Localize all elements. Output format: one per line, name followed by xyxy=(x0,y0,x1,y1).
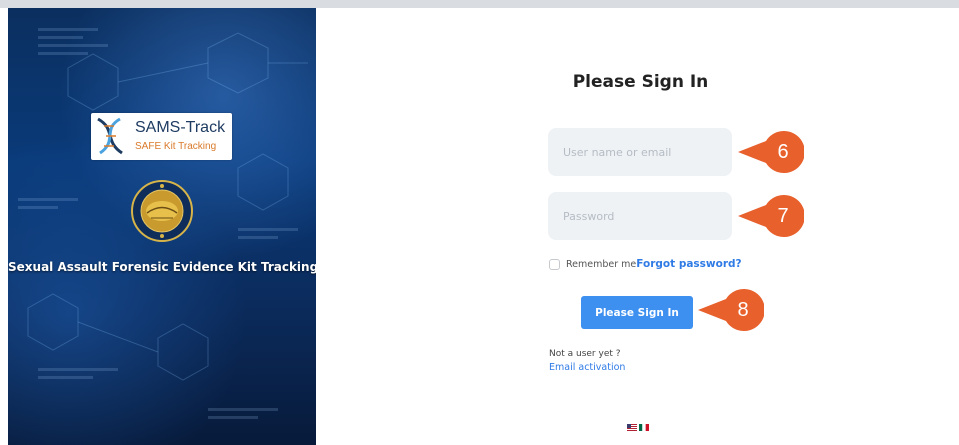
branding-panel: SAMS-Track SAFE Kit Tracking Sexual Assa… xyxy=(8,8,316,445)
remember-me-label: Remember me xyxy=(566,258,637,270)
remember-me-checkbox[interactable] xyxy=(549,258,560,270)
state-seal-icon xyxy=(131,180,193,242)
language-switcher xyxy=(627,424,649,431)
logo-title: SAMS-Track xyxy=(135,119,226,136)
mexico-flag-icon[interactable] xyxy=(639,424,649,431)
username-input[interactable] xyxy=(548,128,732,176)
step-callout-8: 8 xyxy=(696,289,765,331)
page-title: Please Sign In xyxy=(572,72,709,92)
step-callout-7: 7 xyxy=(736,195,805,237)
logo-subtitle: SAFE Kit Tracking xyxy=(135,141,217,152)
callout-number: 6 xyxy=(777,141,789,163)
forgot-password-link[interactable]: Forgot password? xyxy=(636,258,741,270)
not-a-user-text: Not a user yet ? xyxy=(549,349,621,359)
password-input[interactable] xyxy=(548,192,732,240)
sign-in-button[interactable]: Please Sign In xyxy=(581,296,693,329)
callout-number: 7 xyxy=(777,205,789,227)
email-activation-link[interactable]: Email activation xyxy=(549,362,625,373)
remember-row: Remember me Forgot password? xyxy=(549,258,742,270)
callout-number: 8 xyxy=(737,299,749,321)
us-flag-icon[interactable] xyxy=(627,424,637,431)
app-heading: Sexual Assault Forensic Evidence Kit Tra… xyxy=(8,260,316,274)
window-top-border xyxy=(0,0,959,8)
step-callout-6: 6 xyxy=(736,131,805,173)
sams-track-logo: SAMS-Track SAFE Kit Tracking xyxy=(91,113,232,160)
dna-icon xyxy=(97,117,123,155)
